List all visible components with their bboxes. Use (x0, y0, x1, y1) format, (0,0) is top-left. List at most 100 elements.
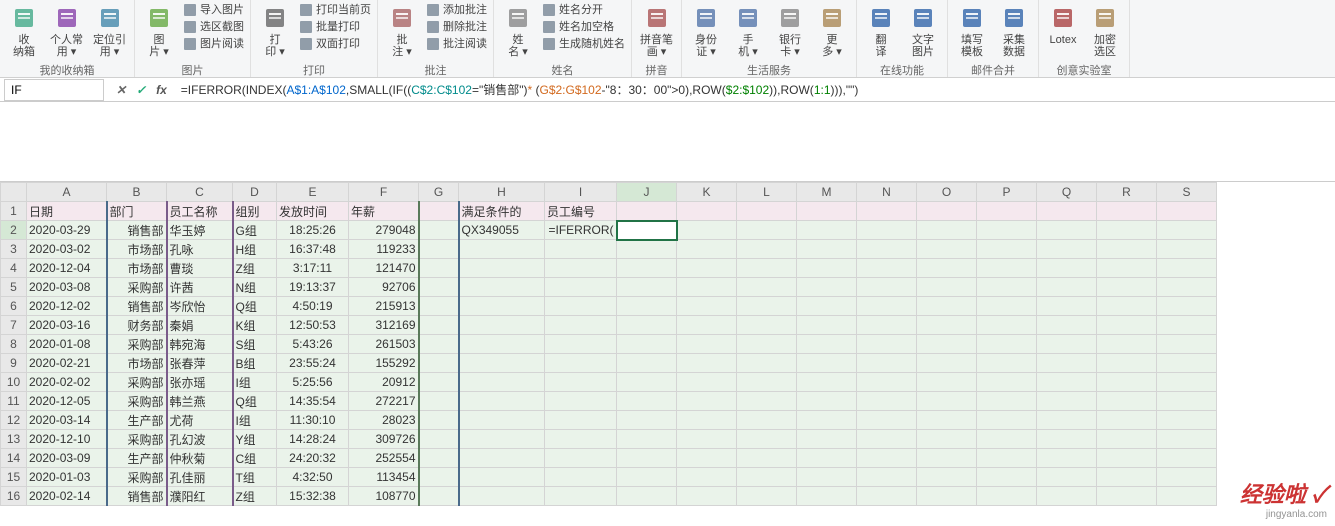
cell-N2[interactable] (857, 221, 917, 240)
cell-Q5[interactable] (1037, 278, 1097, 297)
cell-R2[interactable] (1097, 221, 1157, 240)
cell-C12[interactable]: 尤荷 (167, 411, 233, 430)
cell-N5[interactable] (857, 278, 917, 297)
cell-S6[interactable] (1157, 297, 1217, 316)
cell-B16[interactable]: 销售部 (107, 487, 167, 506)
cell-F9[interactable]: 155292 (349, 354, 419, 373)
cell-K10[interactable] (677, 373, 737, 392)
cell-R15[interactable] (1097, 468, 1157, 487)
cell-N6[interactable] (857, 297, 917, 316)
header-cell[interactable]: 年薪 (349, 202, 419, 221)
cell-D5[interactable]: N组 (233, 278, 277, 297)
cell-B13[interactable]: 采购部 (107, 430, 167, 449)
cell-N7[interactable] (857, 316, 917, 335)
cell-C15[interactable]: 孔佳丽 (167, 468, 233, 487)
cell-G9[interactable] (419, 354, 459, 373)
cancel-formula-icon[interactable]: ✕ (116, 83, 126, 97)
cell-J4[interactable] (617, 259, 677, 278)
cell-H5[interactable] (459, 278, 545, 297)
col-header-R[interactable]: R (1097, 183, 1157, 202)
row-header-1[interactable]: 1 (1, 202, 27, 221)
cell-J9[interactable] (617, 354, 677, 373)
header-cell[interactable]: 员工名称 (167, 202, 233, 221)
bankcard[interactable]: 银行 卡 ▾ (772, 2, 808, 60)
cell-K2[interactable] (677, 221, 737, 240)
cell-E9[interactable]: 23:55:24 (277, 354, 349, 373)
cell-Q14[interactable] (1037, 449, 1097, 468)
cell-P15[interactable] (977, 468, 1037, 487)
name-split[interactable]: 姓名分开 (542, 2, 625, 18)
header-cell[interactable] (1157, 202, 1217, 221)
cell-K3[interactable] (677, 240, 737, 259)
cell-I9[interactable] (545, 354, 617, 373)
print-current[interactable]: 打印当前页 (299, 2, 371, 18)
cell-C8[interactable]: 韩宛海 (167, 335, 233, 354)
cell-F7[interactable]: 312169 (349, 316, 419, 335)
cell-Q7[interactable] (1037, 316, 1097, 335)
header-cell[interactable] (419, 202, 459, 221)
cell-Q15[interactable] (1037, 468, 1097, 487)
cell-L13[interactable] (737, 430, 797, 449)
cell-H13[interactable] (459, 430, 545, 449)
cell-F13[interactable]: 309726 (349, 430, 419, 449)
row-header-13[interactable]: 13 (1, 430, 27, 449)
cell-C5[interactable]: 许茜 (167, 278, 233, 297)
cell-R16[interactable] (1097, 487, 1157, 506)
cell-R14[interactable] (1097, 449, 1157, 468)
cell-D14[interactable]: C组 (233, 449, 277, 468)
cell-G2[interactable] (419, 221, 459, 240)
more[interactable]: 更 多 ▾ (814, 2, 850, 60)
print[interactable]: 打 印 ▾ (257, 2, 293, 60)
cell-N3[interactable] (857, 240, 917, 259)
header-cell[interactable]: 员工编号 (545, 202, 617, 221)
cell-A6[interactable]: 2020-12-02 (27, 297, 107, 316)
cell-Q16[interactable] (1037, 487, 1097, 506)
cell-S10[interactable] (1157, 373, 1217, 392)
cell-E11[interactable]: 14:35:54 (277, 392, 349, 411)
cell-G5[interactable] (419, 278, 459, 297)
cell-P6[interactable] (977, 297, 1037, 316)
cell-H2[interactable]: QX349055 (459, 221, 545, 240)
cell-M14[interactable] (797, 449, 857, 468)
idcard[interactable]: 身份 证 ▾ (688, 2, 724, 60)
cell-C10[interactable]: 张亦瑶 (167, 373, 233, 392)
col-header-Q[interactable]: Q (1037, 183, 1097, 202)
header-cell[interactable] (797, 202, 857, 221)
header-cell[interactable] (977, 202, 1037, 221)
cell-G4[interactable] (419, 259, 459, 278)
fx-icon[interactable]: fx (156, 83, 167, 97)
col-header-D[interactable]: D (233, 183, 277, 202)
cell-K6[interactable] (677, 297, 737, 316)
cell-S3[interactable] (1157, 240, 1217, 259)
cell-A4[interactable]: 2020-12-04 (27, 259, 107, 278)
cell-A16[interactable]: 2020-02-14 (27, 487, 107, 506)
cell-C4[interactable]: 曹琰 (167, 259, 233, 278)
cell-Q10[interactable] (1037, 373, 1097, 392)
cell-P9[interactable] (977, 354, 1037, 373)
row-header-4[interactable]: 4 (1, 259, 27, 278)
cell-N16[interactable] (857, 487, 917, 506)
mobile[interactable]: 手 机 ▾ (730, 2, 766, 60)
cell-S12[interactable] (1157, 411, 1217, 430)
accept-formula-icon[interactable]: ✓ (136, 83, 146, 97)
cell-Q4[interactable] (1037, 259, 1097, 278)
cell-H11[interactable] (459, 392, 545, 411)
cell-C6[interactable]: 岑欣怡 (167, 297, 233, 316)
cell-B4[interactable]: 市场部 (107, 259, 167, 278)
cell-I5[interactable] (545, 278, 617, 297)
cell-O13[interactable] (917, 430, 977, 449)
cell-D10[interactable]: I组 (233, 373, 277, 392)
cell-I10[interactable] (545, 373, 617, 392)
cell-C3[interactable]: 孔咏 (167, 240, 233, 259)
cell-I16[interactable] (545, 487, 617, 506)
cell-I14[interactable] (545, 449, 617, 468)
name-random[interactable]: 生成随机姓名 (542, 36, 625, 52)
row-header-11[interactable]: 11 (1, 392, 27, 411)
cell-I11[interactable] (545, 392, 617, 411)
cell-F12[interactable]: 28023 (349, 411, 419, 430)
cell-P3[interactable] (977, 240, 1037, 259)
add-annot[interactable]: 添加批注 (426, 2, 487, 18)
header-cell[interactable]: 日期 (27, 202, 107, 221)
row-header-8[interactable]: 8 (1, 335, 27, 354)
row-header-10[interactable]: 10 (1, 373, 27, 392)
